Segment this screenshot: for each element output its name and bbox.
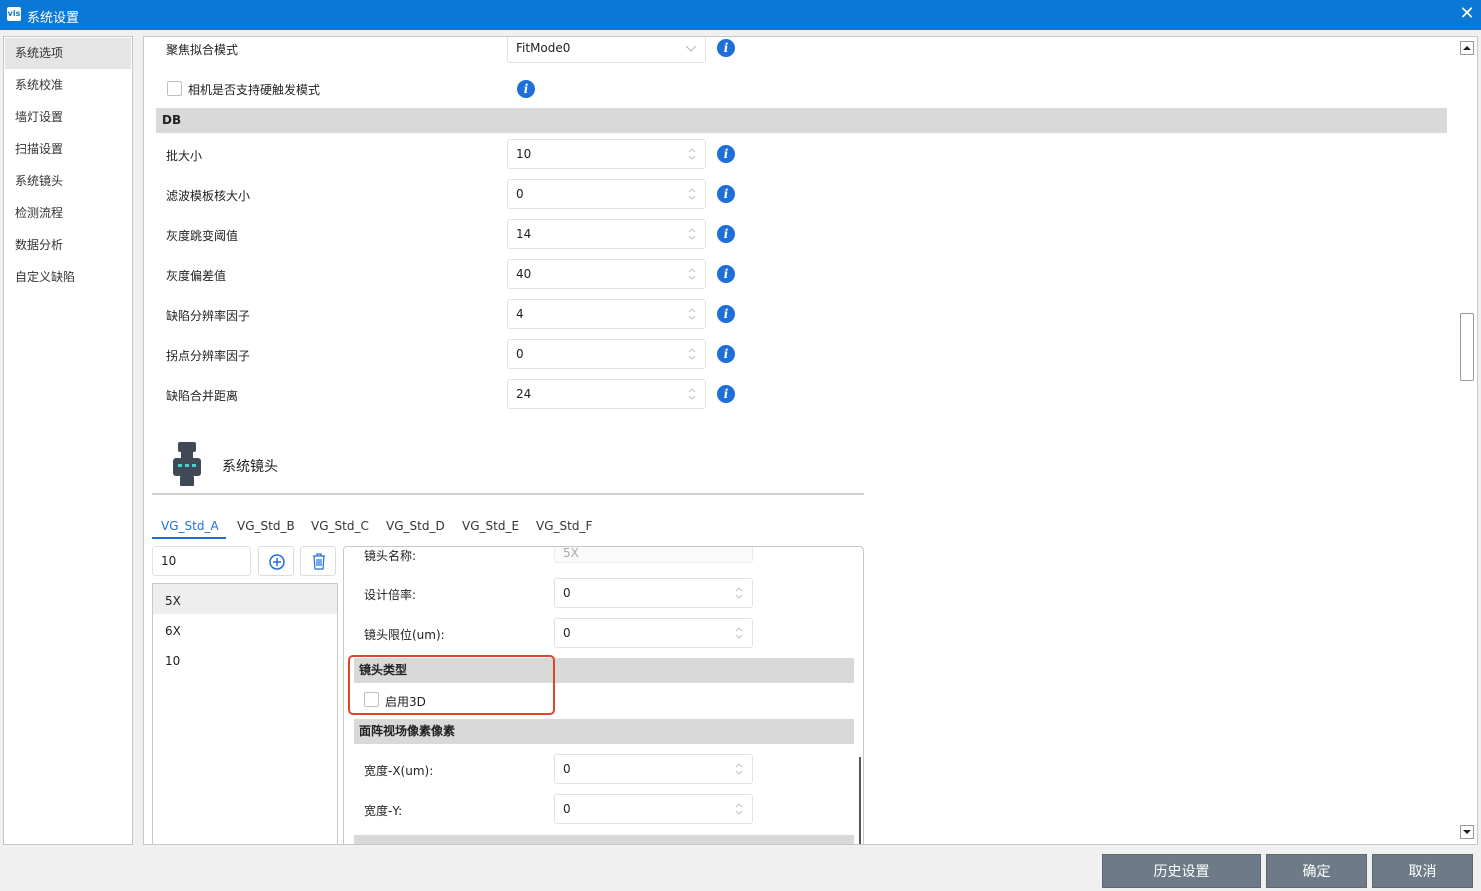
tab-vg-std-a[interactable]: VG_Std_A bbox=[161, 519, 219, 539]
add-lens-button[interactable] bbox=[258, 546, 294, 576]
db-input-gray-jump[interactable]: 14 bbox=[507, 219, 706, 249]
hw-trigger-label: 相机是否支持硬触发模式 bbox=[188, 83, 321, 97]
delete-lens-button[interactable] bbox=[300, 546, 336, 576]
fov-section: 面阵视场像素像素 bbox=[354, 719, 854, 744]
highlight-box bbox=[348, 655, 555, 715]
lens-name-input[interactable]: 5X bbox=[554, 547, 753, 563]
lens-section-title: 系统镜头 bbox=[222, 459, 278, 475]
next-section-header bbox=[354, 835, 854, 844]
db-input-gray-dev[interactable]: 40 bbox=[507, 259, 706, 289]
cancel-button[interactable]: 取消 bbox=[1372, 854, 1473, 888]
list-item[interactable]: 10 bbox=[165, 654, 180, 668]
db-label-gray-jump: 灰度跳变阈值 bbox=[166, 229, 239, 243]
lens-limit-input[interactable]: 0 bbox=[554, 618, 753, 648]
lens-list: 5X 6X 10 bbox=[152, 583, 338, 844]
info-icon[interactable]: i bbox=[717, 185, 735, 203]
spin-arrows-icon bbox=[735, 763, 743, 775]
db-input-defect-res[interactable]: 4 bbox=[507, 299, 706, 329]
width-y-input[interactable]: 0 bbox=[554, 794, 753, 824]
app-logo: vis bbox=[7, 7, 21, 21]
db-input-batch[interactable]: 10 bbox=[507, 139, 706, 169]
sidebar-item-flow[interactable]: 检测流程 bbox=[5, 198, 131, 229]
tab-vg-std-f[interactable]: VG_Std_F bbox=[536, 519, 592, 539]
width-x-input[interactable]: 0 bbox=[554, 754, 753, 784]
spin-arrows-icon bbox=[735, 587, 743, 599]
db-label-merge-dist: 缺陷合并距离 bbox=[166, 389, 239, 403]
tab-vg-std-d[interactable]: VG_Std_D bbox=[386, 519, 445, 539]
info-icon[interactable]: i bbox=[717, 305, 735, 323]
info-icon[interactable]: i bbox=[717, 385, 735, 403]
db-section-header: DB bbox=[156, 108, 1447, 133]
list-item[interactable]: 6X bbox=[165, 624, 181, 638]
close-icon[interactable]: ✕ bbox=[1456, 3, 1478, 25]
chevron-down-icon bbox=[685, 45, 697, 52]
info-icon[interactable]: i bbox=[717, 145, 735, 163]
spin-arrows-icon bbox=[688, 308, 696, 320]
spin-arrows-icon bbox=[688, 388, 696, 400]
title-bar: vis 系统设置 ✕ bbox=[0, 0, 1481, 30]
scroll-down-button[interactable] bbox=[1460, 825, 1474, 839]
sidebar-item-scan[interactable]: 扫描设置 bbox=[5, 134, 131, 165]
spin-arrows-icon bbox=[688, 348, 696, 360]
info-icon[interactable]: i bbox=[717, 265, 735, 283]
db-label-filter: 滤波模板核大小 bbox=[166, 189, 251, 203]
spin-arrows-icon bbox=[688, 228, 696, 240]
spin-arrows-icon bbox=[688, 268, 696, 280]
db-input-merge-dist[interactable]: 24 bbox=[507, 379, 706, 409]
db-label-defect-res: 缺陷分辨率因子 bbox=[166, 309, 251, 323]
window-title: 系统设置 bbox=[27, 11, 80, 26]
scroll-up-button[interactable] bbox=[1460, 41, 1474, 55]
spin-arrows-icon bbox=[735, 627, 743, 639]
trash-icon bbox=[313, 553, 325, 570]
lens-search-input[interactable]: 10 bbox=[152, 546, 251, 576]
db-label-gray-dev: 灰度偏差值 bbox=[166, 269, 227, 283]
list-item[interactable]: 5X bbox=[165, 594, 181, 608]
info-icon[interactable]: i bbox=[717, 345, 735, 363]
history-settings-button[interactable]: 历史设置 bbox=[1102, 854, 1261, 888]
lens-icon bbox=[173, 442, 201, 486]
lens-limit-label: 镜头限位(um): bbox=[364, 628, 445, 642]
divider bbox=[152, 493, 864, 495]
plus-circle-icon bbox=[269, 554, 285, 570]
db-input-corner-res[interactable]: 0 bbox=[507, 339, 706, 369]
tab-vg-std-c[interactable]: VG_Std_C bbox=[311, 519, 369, 539]
info-icon[interactable]: i bbox=[717, 225, 735, 243]
scrollbar-thumb[interactable] bbox=[1460, 313, 1474, 381]
sidebar-item-analysis[interactable]: 数据分析 bbox=[5, 230, 131, 261]
arrow-up-icon bbox=[1463, 46, 1471, 50]
width-y-label: 宽度-Y: bbox=[364, 804, 403, 818]
sidebar-item-lens[interactable]: 系统镜头 bbox=[5, 166, 131, 197]
tab-vg-std-b[interactable]: VG_Std_B bbox=[237, 519, 295, 539]
sidebar-item-system-options[interactable]: 系统选项 bbox=[5, 38, 131, 69]
tab-vg-std-e[interactable]: VG_Std_E bbox=[462, 519, 519, 539]
lens-name-label: 镜头名称: bbox=[364, 549, 417, 563]
sidebar-item-lights[interactable]: 墙灯设置 bbox=[5, 102, 131, 133]
arrow-down-icon bbox=[1463, 830, 1471, 834]
fit-mode-label: 聚焦拟合模式 bbox=[166, 43, 239, 57]
fit-mode-select[interactable]: FitMode0 bbox=[507, 37, 706, 63]
db-label-corner-res: 拐点分辨率因子 bbox=[166, 349, 251, 363]
width-x-label: 宽度-X(um): bbox=[364, 764, 434, 778]
lens-mag-input[interactable]: 0 bbox=[554, 578, 753, 608]
spin-arrows-icon bbox=[688, 148, 696, 160]
sidebar: 系统选项 系统校准 墙灯设置 扫描设置 系统镜头 检测流程 数据分析 自定义缺陷 bbox=[3, 36, 133, 845]
lens-mag-label: 设计倍率: bbox=[364, 588, 417, 602]
info-icon[interactable]: i bbox=[717, 39, 735, 57]
hw-trigger-checkbox[interactable] bbox=[167, 81, 182, 96]
detail-scrollbar-thumb[interactable] bbox=[859, 757, 861, 844]
db-input-filter[interactable]: 0 bbox=[507, 179, 706, 209]
db-label-batch: 批大小 bbox=[166, 149, 203, 163]
ok-button[interactable]: 确定 bbox=[1266, 854, 1367, 888]
info-icon[interactable]: i bbox=[517, 80, 535, 98]
sidebar-item-custom-defect[interactable]: 自定义缺陷 bbox=[5, 262, 131, 293]
sidebar-item-calibration[interactable]: 系统校准 bbox=[5, 70, 131, 101]
active-tab-underline bbox=[152, 537, 226, 539]
settings-panel: 聚焦拟合模式 FitMode0 i 相机是否支持硬触发模式 i DB 批大小 1… bbox=[143, 36, 1478, 845]
spin-arrows-icon bbox=[688, 188, 696, 200]
spin-arrows-icon bbox=[735, 803, 743, 815]
